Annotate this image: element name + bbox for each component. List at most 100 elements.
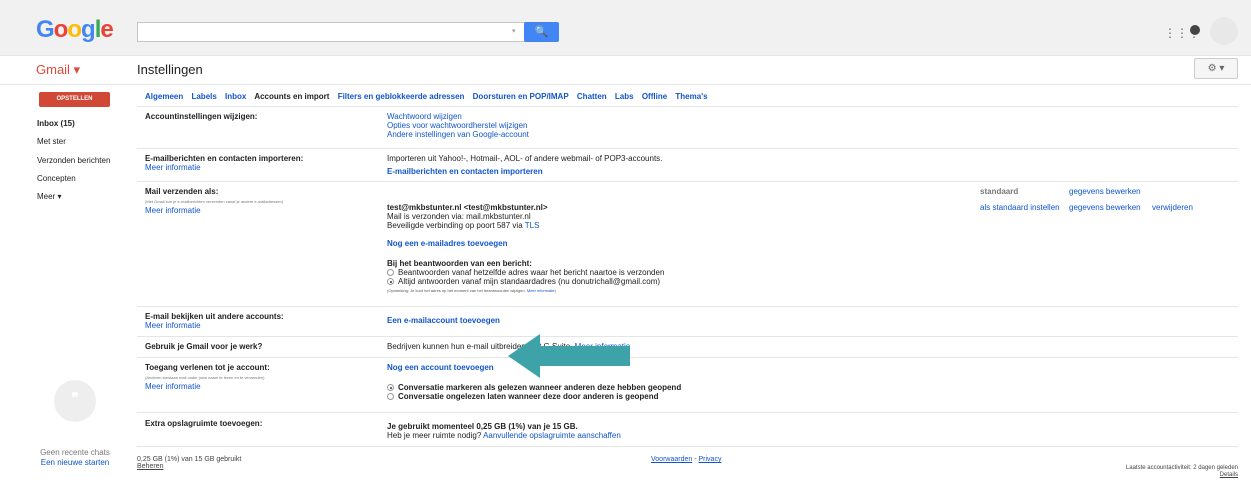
more-info-link[interactable]: Meer informatie	[145, 163, 201, 172]
top-bar: Google ▾ 🔍 ⋮⋮⋮	[0, 0, 1251, 56]
search-options-icon[interactable]: ▾	[512, 27, 516, 35]
sidebar-item-starred[interactable]: Met ster	[37, 137, 66, 146]
notifications-icon[interactable]	[1190, 25, 1200, 35]
terms-link[interactable]: Voorwaarden	[651, 456, 692, 463]
storage-info: Je gebruikt momenteel 0,25 GB (1%) van j…	[387, 422, 621, 440]
tab-labels[interactable]: Labels	[191, 92, 216, 101]
tab-forwarding[interactable]: Doorsturen en POP/IMAP	[473, 92, 569, 101]
arrow-shape	[508, 334, 630, 378]
row-import: E-mailberichten en contacten importeren:…	[137, 148, 1238, 181]
buy-storage-link[interactable]: Aanvullende opslagruimte aanschaffen	[483, 431, 621, 440]
storage-more-text: Heb je meer ruimte nodig? Aanvullende op…	[387, 431, 621, 440]
more-info-link[interactable]: Meer informatie	[145, 382, 201, 391]
tab-inbox[interactable]: Inbox	[225, 92, 246, 101]
reply-options: Bij het beantwoorden van een bericht: Be…	[387, 259, 664, 295]
send-as-address: test@mkbstunter.nl <test@mkbstunter.nl>	[387, 203, 548, 212]
change-password-link[interactable]: Wachtwoord wijzigen	[387, 112, 529, 121]
add-mail-account-link[interactable]: Een e-mailaccount toevoegen	[387, 316, 500, 325]
quote-icon: ❞	[71, 390, 79, 405]
tab-accounts-import[interactable]: Accounts en import	[254, 92, 329, 101]
row-label: E-mailberichten en contacten importeren:	[145, 154, 304, 163]
reply-option-default-address[interactable]: Altijd antwoorden vanaf mijn standaardad…	[387, 277, 664, 286]
arrow-annotation	[508, 334, 630, 378]
settings-gear-button[interactable]: ⚙ ▾	[1194, 58, 1238, 79]
conversation-options: Conversatie markeren als gelezen wanneer…	[387, 383, 681, 401]
send-as-address-block: test@mkbstunter.nl <test@mkbstunter.nl> …	[387, 203, 548, 230]
search-input[interactable]	[137, 22, 526, 42]
make-default-link[interactable]: als standaard instellen	[980, 203, 1060, 212]
row-label: Mail verzenden als:	[145, 187, 219, 196]
avatar[interactable]	[1210, 17, 1238, 45]
google-account-settings-link[interactable]: Andere instellingen van Google-account	[387, 130, 529, 139]
edit-info-link[interactable]: gegevens bewerken	[1069, 187, 1141, 196]
page-title: Instellingen	[137, 62, 203, 77]
row-label: Accountinstellingen wijzigen:	[145, 112, 258, 121]
default-badge: standaard	[980, 187, 1019, 196]
footer-usage: 0,25 GB (1%) van 15 GB gebruikt	[137, 456, 242, 463]
manage-storage-link[interactable]: Beheren	[137, 463, 163, 470]
tab-general[interactable]: Algemeen	[145, 92, 183, 101]
row-label: E-mail bekijken uit andere accounts:	[145, 312, 284, 321]
import-text: Importeren uit Yahoo!-, Hotmail-, AOL- o…	[387, 154, 663, 163]
logo-letter: e	[100, 16, 113, 43]
tab-chat[interactable]: Chatten	[577, 92, 607, 101]
compose-button[interactable]: OPSTELLEN	[39, 92, 110, 107]
radio-icon[interactable]	[387, 393, 394, 400]
privacy-link[interactable]: Privacy	[699, 456, 722, 463]
start-new-chat-link[interactable]: Een nieuwe starten	[35, 458, 115, 467]
sidebar-item-more[interactable]: Meer ▾	[37, 192, 61, 201]
radio-selected-icon[interactable]	[387, 278, 394, 285]
logo-letter: g	[81, 16, 96, 43]
last-activity-text: Laatste accountactiviteit: 2 dagen geled…	[1125, 465, 1238, 471]
more-info-link[interactable]: Meer informatie	[145, 321, 201, 330]
row-storage: Extra opslagruimte toevoegen: Je gebruik…	[137, 412, 1238, 447]
radio-icon[interactable]	[387, 269, 394, 276]
secure-connection-text: Beveiligde verbinding op poort 587 via T…	[387, 221, 540, 230]
import-link[interactable]: E-mailberichten en contacten importeren	[387, 167, 543, 176]
recovery-options-link[interactable]: Opties voor wachtwoordherstel wijzigen	[387, 121, 529, 130]
row-send-as: Mail verzenden als: (Met Gmail kun je e-…	[137, 181, 1238, 306]
add-email-address-link[interactable]: Nog een e-mailadres toevoegen	[387, 239, 507, 248]
row-label: Gebruik je Gmail voor je werk?	[145, 342, 263, 351]
add-another-account-link[interactable]: Nog een account toevoegen	[387, 363, 494, 372]
no-recent-chats-text: Geen recente chats	[40, 448, 110, 457]
edit-info-link-2[interactable]: gegevens bewerken	[1069, 203, 1141, 212]
tab-filters[interactable]: Filters en geblokkeerde adressen	[338, 92, 465, 101]
row-grant-access: Toegang verlenen tot je account: (Andere…	[137, 357, 1238, 412]
note-more-info-link[interactable]: Meer informatie	[527, 288, 555, 293]
more-info-link[interactable]: Meer informatie	[145, 206, 201, 215]
row-label: Toegang verlenen tot je account:	[145, 363, 270, 372]
tab-themes[interactable]: Thema's	[675, 92, 707, 101]
sidebar-item-drafts[interactable]: Concepten	[37, 174, 76, 183]
sidebar-item-sent[interactable]: Verzonden berichten	[37, 156, 110, 165]
settings-tabs: Algemeen Labels Inbox Accounts en import…	[145, 92, 714, 101]
row-business: Gebruik je Gmail voor je werk? Bedrijven…	[137, 336, 1238, 357]
storage-usage-text: Je gebruikt momenteel 0,25 GB (1%) van j…	[387, 422, 578, 431]
mark-read-option[interactable]: Conversatie markeren als gelezen wanneer…	[387, 383, 681, 392]
search-button[interactable]: 🔍	[524, 22, 559, 42]
send-as-description: (Met Gmail kun je e-mailberichten verzen…	[145, 199, 284, 204]
footer-links: Voorwaarden - Privacy	[651, 456, 722, 463]
logo-letter: o	[53, 16, 69, 43]
details-link[interactable]: Details	[1000, 472, 1238, 478]
row-label: Extra opslagruimte toevoegen:	[145, 419, 263, 428]
account-links: Wachtwoord wijzigen Opties voor wachtwoo…	[387, 112, 529, 139]
tab-labs[interactable]: Labs	[615, 92, 634, 101]
radio-selected-icon[interactable]	[387, 384, 394, 391]
tls-link[interactable]: TLS	[525, 221, 540, 230]
reply-option-same-address[interactable]: Beantwoorden vanaf hetzelfde adres waar …	[387, 268, 664, 277]
reply-note: (Opmerking: Je kunt het adres op het mom…	[387, 288, 556, 293]
send-via-text: Mail is verzonden via: mail.mkbstunter.n…	[387, 212, 531, 221]
row-check-mail: E-mail bekijken uit andere accounts: Mee…	[137, 306, 1238, 336]
leave-unread-option[interactable]: Conversatie ongelezen laten wanneer deze…	[387, 392, 681, 401]
divider	[0, 84, 1251, 85]
remove-link[interactable]: verwijderen	[1152, 203, 1193, 212]
reply-title: Bij het beantwoorden van een bericht:	[387, 259, 532, 268]
gmail-menu[interactable]: Gmail ▾	[36, 62, 80, 78]
tab-offline[interactable]: Offline	[642, 92, 667, 101]
logo-letter: o	[67, 16, 82, 43]
sidebar-item-inbox[interactable]: Inbox (15)	[37, 119, 75, 128]
grant-description: (Anderen toestaan mail onder jouw naam t…	[145, 375, 265, 380]
row-account-settings: Accountinstellingen wijzigen: Wachtwoord…	[137, 106, 1238, 148]
google-logo[interactable]: Google	[36, 16, 114, 44]
